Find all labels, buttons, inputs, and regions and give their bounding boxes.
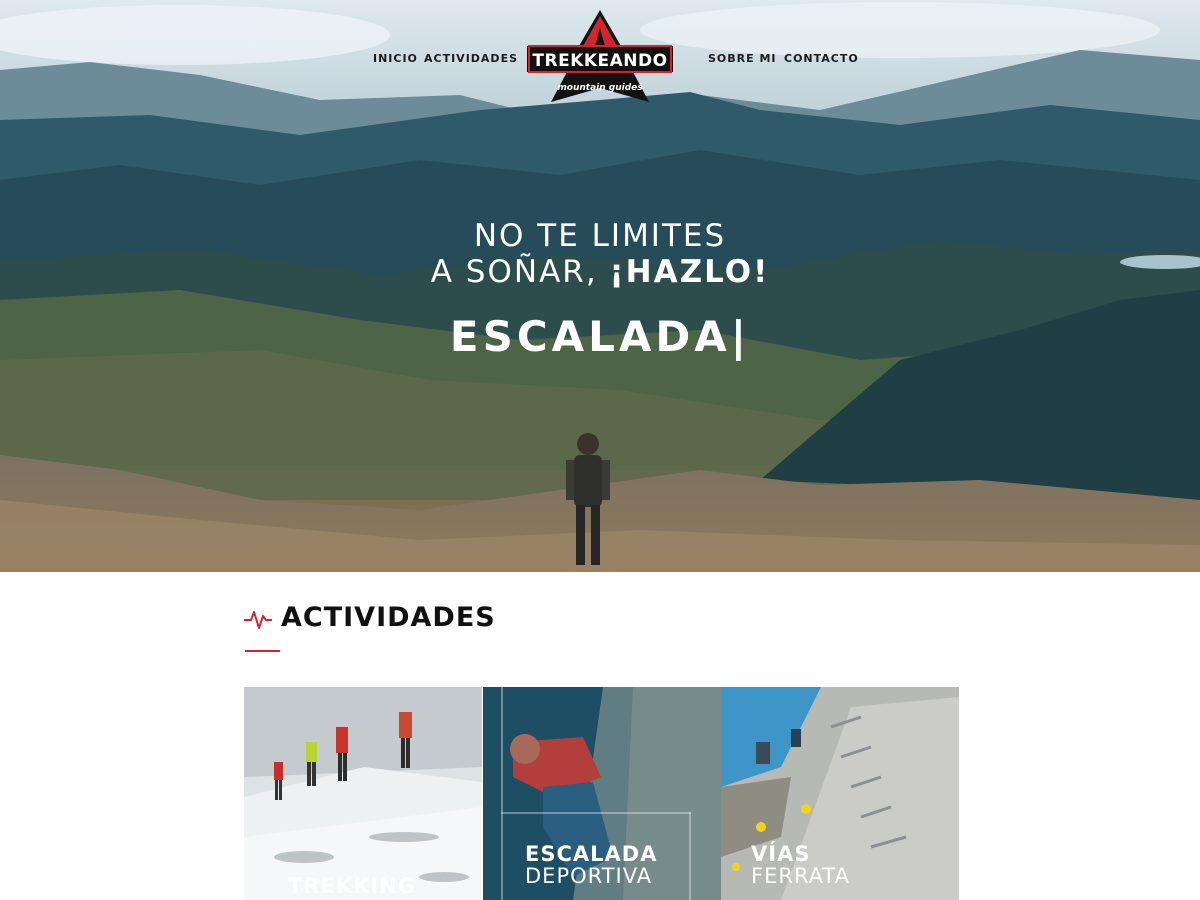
hero-line-2: A SOÑAR, ¡HAZLO! [0, 254, 1200, 290]
card-label-bold: TREKKING [288, 874, 417, 898]
nav-contacto[interactable]: CONTACTO [784, 52, 859, 65]
pulse-icon [244, 611, 272, 629]
logo-wordmark: TREKKEANDO [532, 51, 667, 71]
hero-typed-word: ESCALADA| [449, 312, 751, 361]
card-label-bold: VÍAS [751, 842, 811, 866]
card-label-bold: ESCALADA [525, 842, 658, 866]
site-logo[interactable]: TREKKEANDO mountain guides [521, 8, 679, 104]
hero-banner: INICIO ACTIVIDADES SOBRE MI CONTACTO TRE… [0, 0, 1200, 572]
activity-card-escalada-deportiva[interactable]: ESCALADA DEPORTIVA [483, 687, 721, 900]
logo-tagline: mountain guides [557, 83, 643, 93]
section-title-underline [245, 650, 280, 652]
card-label-ferrata: VÍAS FERRATA [751, 843, 850, 887]
card-label-trekking: TREKKING [288, 875, 416, 897]
nav-actividades[interactable]: ACTIVIDADES [424, 52, 518, 65]
activity-card-trekking[interactable]: TREKKING [244, 687, 482, 900]
section-title-actividades: ACTIVIDADES [281, 602, 496, 633]
activity-card-vias-ferrata[interactable]: VÍAS FERRATA [721, 687, 959, 900]
hero-line-1: NO TE LIMITES [473, 218, 727, 254]
hero-line-2-prefix: A SOÑAR, [430, 254, 610, 290]
nav-inicio[interactable]: INICIO [373, 52, 418, 65]
card-label-light: DEPORTIVA [525, 864, 653, 889]
trekking-photo [244, 687, 482, 900]
nav-sobre-mi[interactable]: SOBRE MI [708, 52, 777, 65]
card-label-escalada: ESCALADA DEPORTIVA [525, 843, 657, 887]
hero-line-2-emphasis: ¡HAZLO! [609, 254, 770, 290]
card-label-light: FERRATA [751, 864, 850, 889]
